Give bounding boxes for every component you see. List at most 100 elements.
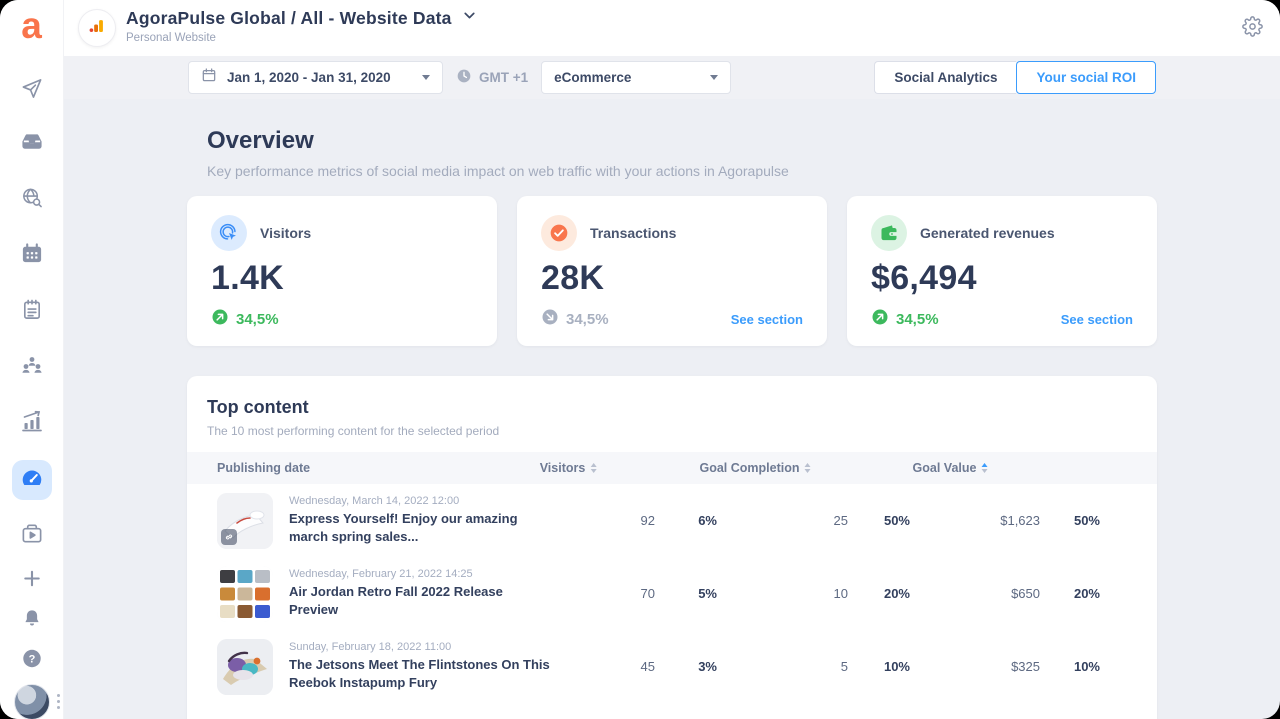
date-range-picker[interactable]: Jan 1, 2020 - Jan 31, 2020 xyxy=(188,61,443,94)
goal-value-pct: 50% xyxy=(1073,513,1100,528)
goal-value-pct: 10% xyxy=(1073,659,1100,674)
caret-down-icon xyxy=(710,75,719,80)
kpi-label: Generated revenues xyxy=(920,225,1055,241)
paper-plane-icon xyxy=(20,77,43,105)
cursor-click-icon xyxy=(211,215,247,251)
table-row[interactable]: Wednesday, February 21, 2022 14:25 Air J… xyxy=(187,557,1157,630)
column-label: Goal Value xyxy=(912,461,977,475)
avatar-image xyxy=(13,684,50,719)
goal-completion-pct: 50% xyxy=(883,513,910,528)
visitors-value: 92 xyxy=(640,513,655,528)
goal-value-value: $1,623 xyxy=(1000,513,1040,528)
visitors-value: 70 xyxy=(640,586,655,601)
goal-completion-value: 10 xyxy=(833,586,848,601)
top-content-section: Top content The 10 most performing conte… xyxy=(187,376,1157,719)
kpi-card-generated-revenues: Generated revenues $6,494 34,5% See sect… xyxy=(847,196,1157,346)
table-row[interactable]: Wednesday, March 14, 2022 12:00 Express … xyxy=(187,484,1157,557)
sidebar-item-inbox[interactable] xyxy=(20,130,43,158)
chart-growth-icon xyxy=(20,410,44,439)
calendar-icon xyxy=(20,242,43,270)
sidebar-item-community[interactable] xyxy=(20,354,44,383)
kpi-delta: 34,5% xyxy=(541,308,609,330)
post-thumbnail xyxy=(217,492,273,549)
tab-your-social-roi[interactable]: Your social ROI xyxy=(1016,61,1156,94)
goal-filter-value: eCommerce xyxy=(554,70,632,85)
clock-icon xyxy=(456,68,472,87)
gauge-icon xyxy=(20,466,44,495)
visitors-pct: 5% xyxy=(698,586,717,601)
see-section-link[interactable]: See section xyxy=(731,312,803,327)
kpi-delta-value: 34,5% xyxy=(566,310,609,328)
people-icon xyxy=(20,354,44,383)
kpi-delta: 34,5% xyxy=(871,308,939,330)
sidebar-item-add[interactable] xyxy=(20,567,43,595)
question-circle-icon: ? xyxy=(21,648,43,675)
visitors-pct: 3% xyxy=(698,659,717,674)
sidebar-item-statistics[interactable] xyxy=(20,410,44,439)
goal-completion-pct: 20% xyxy=(883,586,910,601)
notepad-icon xyxy=(20,298,43,326)
sidebar-item-media-library[interactable] xyxy=(20,522,43,550)
sidebar: a ? xyxy=(0,0,64,719)
post-title: Air Jordan Retro Fall 2022 Release Previ… xyxy=(289,584,503,617)
table-row[interactable]: Sunday, February 18, 2022 11:00 The Jets… xyxy=(187,630,1157,703)
sidebar-item-reports[interactable] xyxy=(20,298,43,326)
post-date: Wednesday, March 14, 2022 12:00 xyxy=(289,495,460,508)
calendar-small-icon xyxy=(201,67,217,88)
gear-icon[interactable] xyxy=(1242,16,1263,42)
bell-icon xyxy=(21,608,43,635)
goal-value-value: $650 xyxy=(1011,586,1040,601)
visitors-pct: 6% xyxy=(698,513,717,528)
svg-text:?: ? xyxy=(28,653,35,665)
agorapulse-logo: a xyxy=(21,5,42,46)
sidebar-item-notifications[interactable] xyxy=(21,608,43,635)
post-title: The Jetsons Meet The Flintstones On This… xyxy=(289,657,550,690)
sort-icon-active xyxy=(981,463,988,473)
kpi-label: Visitors xyxy=(260,225,312,241)
date-range-value: Jan 1, 2020 - Jan 31, 2020 xyxy=(227,70,391,85)
caret-down-icon xyxy=(422,75,430,80)
column-publishing-date: Publishing date xyxy=(217,461,311,475)
goal-filter-select[interactable]: eCommerce xyxy=(541,61,732,94)
see-section-link[interactable]: See section xyxy=(1061,312,1133,327)
timezone-indicator: GMT +1 xyxy=(456,68,528,87)
kpi-value: 28K xyxy=(541,259,605,297)
column-goal-completion[interactable]: Goal Completion xyxy=(700,452,811,484)
goal-completion-value: 25 xyxy=(833,513,848,528)
kpi-value: 1.4K xyxy=(211,259,285,297)
kebab-menu-icon[interactable] xyxy=(57,694,60,709)
profile-subtitle: Personal Website xyxy=(126,32,216,44)
top-content-subtitle: The 10 most performing content for the s… xyxy=(207,424,500,438)
sidebar-item-roi-dashboard[interactable] xyxy=(11,460,52,500)
sort-icon xyxy=(590,463,597,473)
column-label: Visitors xyxy=(539,461,586,475)
sidebar-item-help[interactable]: ? xyxy=(21,648,43,675)
app-window: a ? AgoraPulse Global / All - Website Da… xyxy=(0,0,1280,719)
view-switcher: Social Analytics Your social ROI xyxy=(874,61,1156,94)
kpi-value: $6,494 xyxy=(871,259,977,297)
sidebar-item-listening[interactable] xyxy=(20,186,43,214)
analytics-bars-icon xyxy=(87,16,107,41)
goal-completion-value: 5 xyxy=(840,659,848,674)
post-date: Sunday, February 18, 2022 11:00 xyxy=(289,641,452,654)
overview-subtitle: Key performance metrics of social media … xyxy=(207,163,789,179)
overview-title: Overview xyxy=(207,127,314,154)
post-thumbnail xyxy=(217,638,273,695)
globe-search-icon xyxy=(20,186,43,214)
inbox-icon xyxy=(20,130,43,158)
column-goal-value[interactable]: Goal Value xyxy=(913,452,988,484)
sort-icon xyxy=(804,463,811,473)
top-content-title: Top content xyxy=(207,397,309,417)
tab-social-analytics[interactable]: Social Analytics xyxy=(874,61,1017,94)
profile-switcher[interactable]: AgoraPulse Global / All - Website Data xyxy=(126,7,478,29)
analytics-profile-badge xyxy=(78,9,116,47)
table-header: Publishing date Visitors Goal Completion… xyxy=(187,452,1157,484)
kpi-cards: Visitors 1.4K 34,5% Transactions 28K 34,… xyxy=(187,196,1157,346)
sidebar-item-calendar[interactable] xyxy=(20,242,43,270)
plus-icon xyxy=(20,567,43,595)
page-title: AgoraPulse Global / All - Website Data xyxy=(126,7,452,28)
goal-value-pct: 20% xyxy=(1073,586,1100,601)
user-avatar[interactable] xyxy=(13,684,50,719)
column-visitors[interactable]: Visitors xyxy=(540,452,597,484)
sidebar-item-publishing[interactable] xyxy=(20,77,43,105)
